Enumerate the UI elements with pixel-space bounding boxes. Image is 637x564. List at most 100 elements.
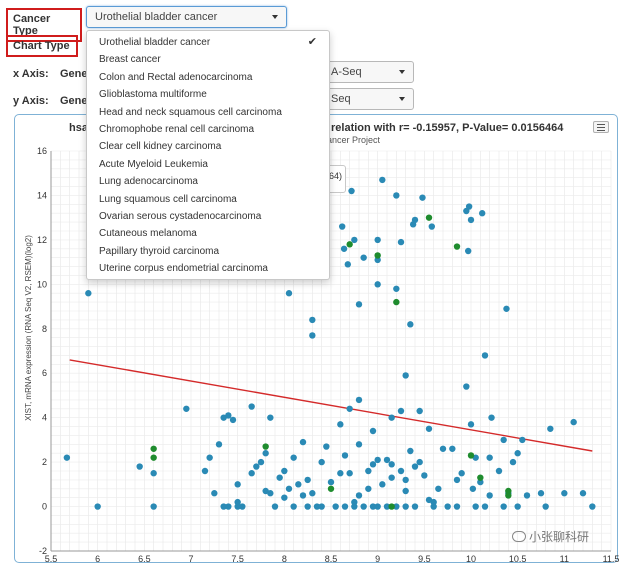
dropdown-option[interactable]: Colon and Rectal adenocarcinoma — [87, 69, 329, 86]
data-point — [257, 458, 265, 466]
dropdown-option[interactable]: Clear cell kidney carcinoma — [87, 138, 329, 155]
dropdown-option[interactable]: Cutaneous melanoma — [87, 225, 329, 242]
data-point — [351, 498, 358, 506]
data-point — [523, 492, 531, 499]
data-point — [458, 470, 465, 477]
dropdown-option-label: Colon and Rectal adenocarcinoma — [99, 71, 253, 83]
dropdown-option[interactable]: Breast cancer — [87, 51, 329, 68]
dropdown-option[interactable]: Acute Myeloid Leukemia — [87, 156, 329, 173]
dropdown-option-label: Acute Myeloid Leukemia — [99, 158, 208, 170]
data-point — [327, 485, 335, 492]
data-point — [388, 461, 395, 468]
data-point — [393, 192, 400, 199]
data-point — [570, 418, 577, 426]
data-point — [360, 503, 367, 510]
data-point — [439, 445, 447, 452]
y-axis-profile-select[interactable]: Seq — [322, 88, 414, 110]
data-point — [547, 425, 554, 432]
data-point — [397, 238, 405, 246]
data-point — [411, 463, 419, 470]
data-point — [183, 405, 190, 412]
tooltip-text: 64) — [328, 171, 342, 181]
chevron-down-icon — [399, 97, 405, 101]
data-point — [365, 485, 372, 492]
x-axis-profile-select[interactable]: A-Seq — [322, 61, 414, 83]
data-point — [479, 210, 486, 217]
y-tick-label: 14 — [37, 190, 47, 200]
data-point — [379, 176, 386, 184]
data-point — [337, 470, 344, 477]
data-point — [465, 203, 473, 210]
data-point — [397, 467, 405, 475]
data-point — [309, 490, 316, 497]
data-point — [402, 487, 409, 495]
wechat-icon — [512, 531, 526, 542]
dropdown-option[interactable]: Uterine corpus endometrial carcinoma — [87, 260, 329, 277]
data-point — [383, 456, 391, 464]
data-point — [519, 436, 526, 444]
data-point — [150, 470, 157, 477]
cancer-type-select[interactable]: Urothelial bladder cancer — [86, 6, 287, 28]
data-point — [355, 396, 363, 404]
dropdown-option[interactable]: Glioblastoma multiforme — [87, 86, 329, 103]
dropdown-option-label: Lung squamous cell carcinoma — [99, 193, 237, 205]
data-point — [416, 407, 423, 415]
data-point — [150, 454, 157, 461]
data-point — [239, 503, 246, 510]
dropdown-option[interactable]: Urothelial bladder cancer ✔ — [87, 34, 329, 51]
data-point — [304, 476, 311, 484]
data-point — [428, 223, 435, 230]
data-point — [589, 503, 596, 510]
data-point — [211, 490, 218, 497]
data-point — [136, 463, 143, 470]
data-point — [346, 241, 353, 248]
data-point — [472, 503, 479, 510]
data-point — [290, 503, 297, 510]
y-tick-label: 12 — [37, 235, 47, 245]
data-point — [262, 450, 269, 457]
dropdown-option[interactable]: Chromophobe renal cell carcinoma — [87, 121, 329, 138]
data-point — [253, 463, 260, 470]
data-point — [150, 503, 157, 510]
data-point — [318, 503, 325, 510]
data-point — [425, 425, 433, 432]
data-point — [486, 492, 493, 499]
data-point — [481, 352, 489, 359]
data-point — [505, 492, 512, 499]
data-point — [374, 281, 381, 288]
data-point — [276, 474, 283, 481]
data-point — [355, 301, 363, 308]
data-point — [341, 503, 349, 510]
data-point — [248, 470, 255, 477]
data-point — [467, 421, 475, 428]
data-point — [346, 405, 353, 412]
data-point — [285, 485, 293, 492]
data-point — [495, 467, 503, 475]
data-point — [229, 416, 237, 424]
y-tick-label: 0 — [42, 502, 47, 512]
dropdown-option[interactable]: Papillary thyroid carcinoma — [87, 243, 329, 260]
watermark-label: 小张聊科研 — [529, 530, 590, 544]
data-point — [369, 427, 377, 435]
data-point — [341, 452, 349, 459]
data-point — [421, 472, 428, 479]
dropdown-option-label: Cutaneous melanoma — [99, 228, 197, 240]
data-point — [337, 421, 344, 428]
data-point — [150, 445, 157, 452]
data-point — [234, 481, 241, 488]
data-point — [374, 252, 381, 259]
data-point — [514, 450, 521, 457]
dropdown-option-label: Glioblastoma multiforme — [99, 89, 207, 101]
dropdown-option[interactable]: Ovarian serous cystadenocarcinoma — [87, 208, 329, 225]
data-point — [449, 445, 456, 452]
data-point — [351, 236, 358, 244]
data-point — [465, 247, 472, 255]
data-point — [299, 438, 307, 446]
dropdown-option-label: Head and neck squamous cell carcinoma — [99, 106, 282, 118]
data-point — [323, 443, 330, 450]
data-point — [402, 476, 409, 484]
dropdown-option[interactable]: Lung adenocarcinoma — [87, 173, 329, 190]
dropdown-option[interactable]: Head and neck squamous cell carcinoma — [87, 104, 329, 121]
dropdown-option[interactable]: Lung squamous cell carcinoma — [87, 191, 329, 208]
data-point — [339, 223, 346, 230]
